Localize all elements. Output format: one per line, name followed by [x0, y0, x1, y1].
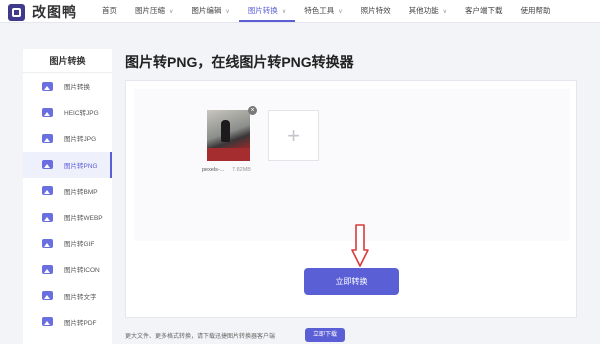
- image-icon: [42, 107, 53, 117]
- nav-item-label: 使用帮助: [520, 6, 551, 15]
- nav-item[interactable]: 图片压缩 ∨: [126, 0, 182, 22]
- sidebar-item-label: 图片转文字: [64, 293, 97, 301]
- nav-item[interactable]: 图片转换 ∨: [238, 0, 296, 22]
- nav-item[interactable]: 客户端下载: [456, 0, 512, 22]
- nav-item[interactable]: 特色工具 ∨: [295, 0, 351, 22]
- image-icon: [42, 317, 53, 327]
- image-icon: [42, 238, 53, 248]
- sidebar-item-label: 图片转PNG: [64, 162, 98, 170]
- footer-hint-text: 更大文件、更多格式转换，请下载迅捷图片转换器客户端: [125, 334, 276, 340]
- image-icon: [42, 133, 53, 143]
- sidebar-item[interactable]: 图片转文字: [23, 283, 112, 309]
- image-icon: [42, 81, 53, 91]
- sidebar-item[interactable]: 图片转GIF: [23, 230, 112, 256]
- nav-item[interactable]: 使用帮助: [512, 0, 560, 22]
- sidebar-item[interactable]: 图片转ICON: [23, 256, 112, 282]
- nav-item[interactable]: 图片编辑 ∨: [182, 0, 238, 22]
- nav-item-label: 图片压缩: [135, 6, 165, 15]
- logo-icon: [8, 3, 25, 21]
- convert-button[interactable]: 立即转换: [304, 268, 399, 295]
- down-arrow-icon: [351, 224, 369, 267]
- sidebar-item[interactable]: HEIC转JPG: [23, 99, 112, 125]
- page-title: 图片转PNG，在线图片转PNG转换器: [125, 54, 354, 70]
- sidebar-item[interactable]: 图片转PNG: [23, 151, 112, 178]
- nav-item-label: 其他功能: [408, 6, 439, 15]
- download-client-button[interactable]: 立即下载: [305, 328, 345, 342]
- logo-text: 改图鸭: [32, 4, 77, 20]
- file-name: pexels-...: [202, 167, 225, 173]
- sidebar-item-label: 图片转JPG: [64, 136, 97, 144]
- image-thumbnail[interactable]: [207, 110, 250, 161]
- sidebar-item-label: 图片转ICON: [64, 267, 100, 275]
- nav-item-label: 照片特效: [360, 6, 391, 15]
- top-navigation-bar: 改图鸭 首页 图片压缩 ∨ 图片编辑 ∨ 图片转换 ∨ 特色工具 ∨ 照片特效 其他功能 ∨ 客户端下载…: [0, 0, 600, 23]
- logo[interactable]: 改图鸭: [8, 2, 77, 22]
- image-icon: [42, 264, 53, 274]
- sidebar-item-label: 图片转BMP: [64, 188, 98, 196]
- image-icon: [42, 186, 53, 196]
- sidebar-item-label: 图片转换: [64, 84, 90, 92]
- converter-card: × pexels-... 7.82MB + 立即转换: [125, 80, 577, 318]
- upload-dropzone[interactable]: × pexels-... 7.82MB +: [134, 89, 570, 267]
- nav-item-label: 首页: [102, 6, 117, 15]
- nav-item[interactable]: 其他功能 ∨: [400, 0, 456, 22]
- nav-item-label: 特色工具: [304, 6, 335, 15]
- sidebar-item-label: 图片转GIF: [64, 241, 95, 249]
- image-icon: [42, 160, 53, 170]
- nav-item-label: 图片编辑: [191, 6, 222, 15]
- sidebar-item[interactable]: 图片转换: [23, 73, 112, 99]
- file-size: 7.82MB: [232, 167, 251, 173]
- sidebar-item-label: 图片转PDF: [64, 319, 97, 327]
- sidebar-item[interactable]: 图片转PDF: [23, 309, 112, 335]
- nav-item-label: 图片转换: [247, 6, 278, 15]
- nav-item[interactable]: 照片特效: [352, 0, 400, 22]
- sidebar-item[interactable]: 图片转JPG: [23, 125, 112, 151]
- sidebar: 图片转换 图片转换 HEIC转JPG 图片转JPG 图片转PNG 图片转BMP 图片转WE…: [23, 49, 112, 344]
- nav-item-label: 客户端下载: [465, 6, 503, 15]
- main-nav: 首页 图片压缩 ∨ 图片编辑 ∨ 图片转换 ∨ 特色工具 ∨ 照片特效 其他功能 ∨ 客户端下载 使用帮助: [93, 0, 560, 22]
- chevron-down-icon: ∨: [281, 9, 287, 15]
- remove-file-button[interactable]: ×: [248, 106, 257, 115]
- sidebar-title: 图片转换: [23, 49, 112, 73]
- sidebar-item[interactable]: 图片转WEBP: [23, 204, 112, 230]
- chevron-down-icon: ∨: [442, 9, 448, 15]
- chevron-down-icon: ∨: [338, 9, 343, 15]
- add-file-button[interactable]: +: [268, 110, 319, 161]
- sidebar-item[interactable]: 图片转BMP: [23, 178, 112, 204]
- sidebar-item-label: 图片转WEBP: [64, 215, 103, 223]
- chevron-down-icon: ∨: [169, 9, 174, 15]
- chevron-down-icon: ∨: [225, 9, 230, 15]
- sidebar-item-label: HEIC转JPG: [64, 110, 99, 118]
- sidebar-list: 图片转换 HEIC转JPG 图片转JPG 图片转PNG 图片转BMP 图片转WEBP 图片转…: [23, 73, 112, 335]
- image-icon: [42, 212, 53, 222]
- nav-item[interactable]: 首页: [93, 0, 126, 22]
- image-icon: [42, 291, 53, 301]
